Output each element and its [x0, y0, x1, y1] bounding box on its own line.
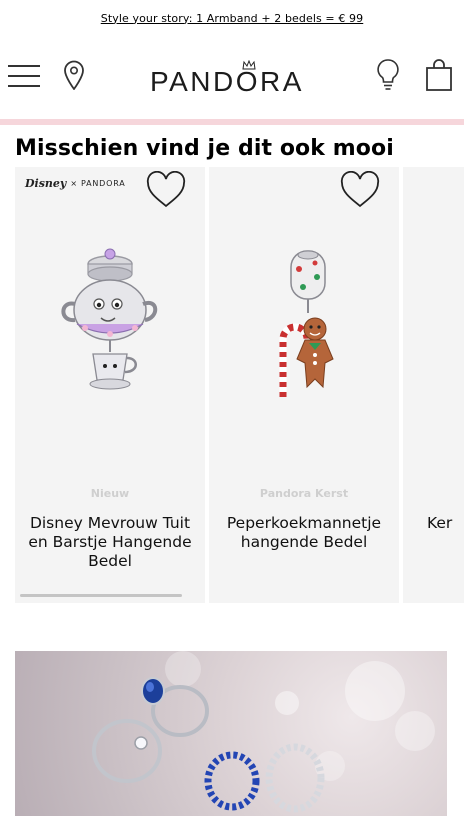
teapot-charm-image[interactable] [55, 242, 165, 402]
product-name[interactable]: Peperkoekmannetje hangende Bedel [213, 514, 395, 552]
gingerbread-charm-image[interactable] [253, 247, 363, 407]
product-tag: Nieuw [90, 487, 130, 500]
wishlist-heart-icon[interactable] [339, 171, 381, 209]
product-card[interactable]: Ker [403, 167, 464, 603]
product-name[interactable]: Disney Mevrouw Tuit en Barstje Hangende … [19, 514, 201, 571]
badge-separator: × [70, 179, 78, 188]
promo-link[interactable]: Style your story: 1 Armband + 2 bedels =… [101, 12, 364, 25]
menu-icon[interactable] [7, 64, 41, 88]
product-name[interactable]: Ker [427, 514, 452, 533]
pandora-logo[interactable]: PANDORA [150, 60, 310, 102]
product-card[interactable]: Disney × PANDORA Nieuw Disney Mevrouw Tu… [15, 167, 205, 603]
location-pin-icon[interactable] [63, 60, 85, 90]
logo-text: PANDORA [150, 66, 304, 97]
recommendations-title: Misschien vind je dit ook mooi [15, 136, 394, 161]
accent-divider [0, 119, 464, 125]
product-card[interactable]: Pandora Kerst Peperkoekmannetje hangende… [209, 167, 399, 603]
lightbulb-icon[interactable] [376, 58, 400, 92]
disney-pandora-badge: Disney × PANDORA [25, 177, 126, 190]
carousel-scrollbar[interactable] [20, 594, 182, 597]
rings-image [92, 677, 325, 813]
badge-brand: Disney [25, 177, 67, 190]
product-carousel[interactable]: Disney × PANDORA Nieuw Disney Mevrouw Tu… [15, 167, 464, 604]
shopping-bag-icon[interactable] [425, 58, 453, 92]
product-tag: Pandora Kerst [259, 487, 349, 500]
rings-promo-banner[interactable] [15, 651, 447, 816]
site-header: PANDORA [0, 36, 464, 120]
badge-partner: PANDORA [81, 179, 126, 188]
wishlist-heart-icon[interactable] [145, 171, 187, 209]
promo-bar: Style your story: 1 Armband + 2 bedels =… [0, 0, 464, 36]
